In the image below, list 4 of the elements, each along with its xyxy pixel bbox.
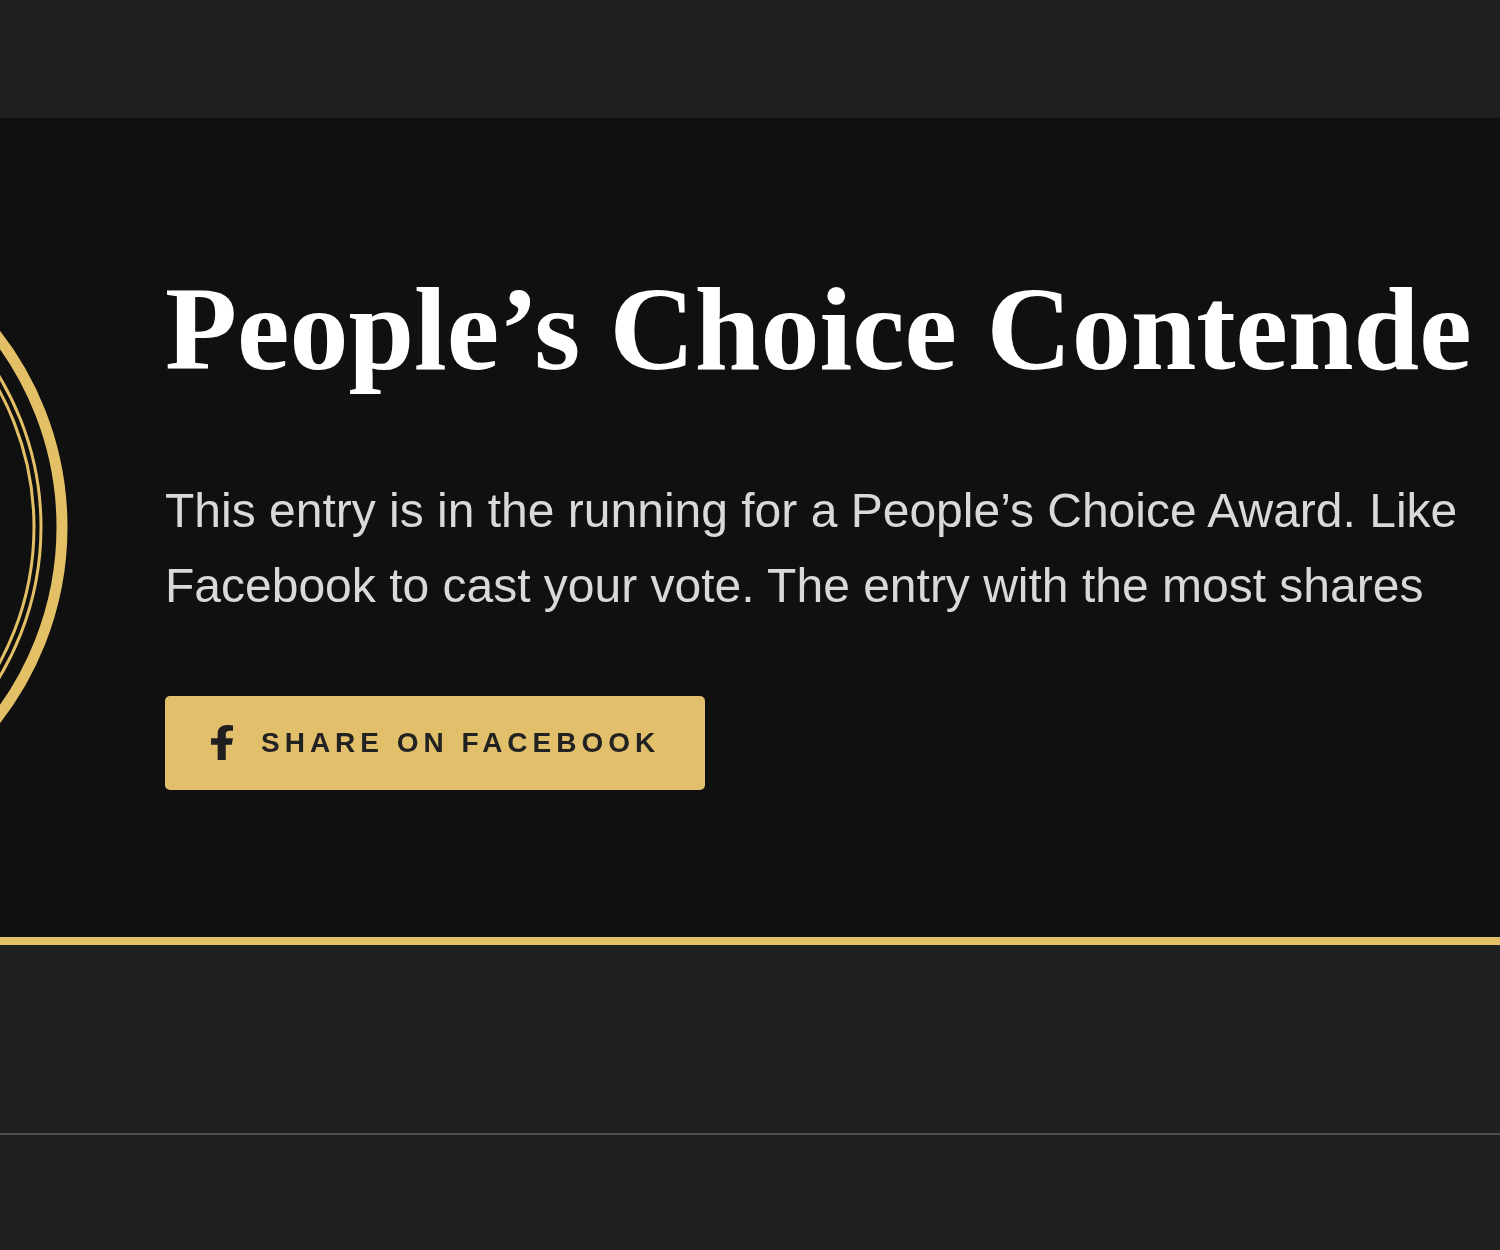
description-text: This entry is in the running for a People’s Choice Award. Like Facebook to cast your vote. The entry with the most shares (165, 482, 1458, 614)
panel-title: People’s Choice Contende (165, 263, 1472, 397)
facebook-icon (211, 725, 233, 761)
share-on-facebook-button[interactable]: SHARE ON FACEBOOK (165, 695, 705, 790)
